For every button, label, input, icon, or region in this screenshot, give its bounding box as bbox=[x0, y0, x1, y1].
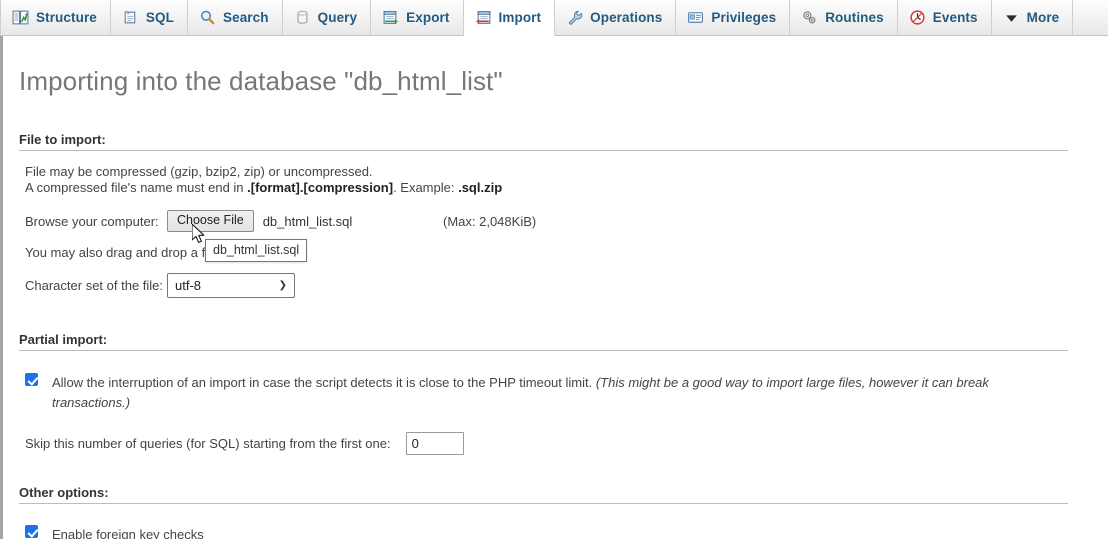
tab-events-label: Events bbox=[932, 10, 978, 25]
skip-queries-row: Skip this number of queries (for SQL) st… bbox=[25, 432, 1108, 455]
tab-operations[interactable]: Operations bbox=[555, 0, 677, 36]
routines-icon bbox=[801, 9, 818, 26]
tab-search[interactable]: Search bbox=[187, 0, 283, 36]
page-title: Importing into the database "db_html_lis… bbox=[19, 66, 503, 96]
compression-note-prefix: A compressed file's name must end in bbox=[25, 179, 248, 195]
charset-select[interactable]: utf-8 bbox=[167, 273, 295, 298]
tab-privileges-label: Privileges bbox=[711, 10, 777, 25]
import-page-content: Importing into the database "db_html_lis… bbox=[3, 36, 1108, 539]
file-to-import-section: File to import: bbox=[3, 132, 1108, 151]
charset-select-wrap: utf-8 ❯ bbox=[167, 273, 295, 298]
main-tab-bar: Structure SQL Search Query Export Import… bbox=[0, 0, 1108, 36]
tab-events[interactable]: Events bbox=[897, 0, 992, 36]
browse-row: Browse your computer: Choose File db_htm… bbox=[25, 210, 1108, 232]
search-icon bbox=[199, 9, 216, 26]
tab-structure-label: Structure bbox=[36, 10, 97, 25]
foreign-key-label: Enable foreign key checks bbox=[52, 527, 204, 539]
query-icon bbox=[294, 9, 311, 26]
allow-interruption-checkbox[interactable] bbox=[25, 373, 38, 386]
other-options-section: Other options: bbox=[3, 485, 1108, 504]
allow-interruption-row: Allow the interruption of an import in c… bbox=[25, 373, 1108, 413]
compression-note-mid: . Example: bbox=[393, 179, 459, 195]
tab-more[interactable]: More bbox=[991, 0, 1074, 36]
other-options-body: Enable foreign key checks bbox=[3, 525, 1108, 539]
tab-privileges[interactable]: Privileges bbox=[676, 0, 791, 36]
export-icon bbox=[382, 9, 399, 26]
partial-import-body: Allow the interruption of an import in c… bbox=[3, 373, 1108, 455]
max-file-size: (Max: 2,048KiB) bbox=[443, 213, 537, 229]
tab-bar-filler bbox=[1073, 0, 1108, 36]
import-icon bbox=[475, 9, 492, 26]
compression-note-line-2: A compressed file's name must end in .[f… bbox=[25, 180, 1108, 196]
partial-import-rule bbox=[19, 350, 1068, 351]
tab-query[interactable]: Query bbox=[282, 0, 372, 36]
file-to-import-body: File may be compressed (gzip, bzip2, zip… bbox=[3, 164, 1108, 298]
tab-import-label: Import bbox=[498, 10, 542, 25]
charset-label: Character set of the file: bbox=[25, 278, 164, 293]
browse-label: Browse your computer: bbox=[25, 213, 159, 229]
tab-export[interactable]: Export bbox=[371, 0, 464, 36]
clock-icon bbox=[909, 9, 926, 26]
other-options-legend: Other options: bbox=[19, 485, 109, 500]
compression-note-format: .[format].[compression] bbox=[247, 179, 394, 195]
compression-note-line-1: File may be compressed (gzip, bzip2, zip… bbox=[25, 164, 373, 179]
compression-note-example: .sql.zip bbox=[458, 179, 503, 195]
foreign-key-row: Enable foreign key checks bbox=[25, 525, 1108, 539]
skip-queries-label: Skip this number of queries (for SQL) st… bbox=[25, 436, 391, 451]
choose-file-button[interactable]: Choose File bbox=[167, 210, 254, 232]
chevron-down-icon bbox=[1003, 9, 1020, 26]
drag-drop-text: You may also drag and drop a f bbox=[25, 245, 206, 260]
partial-import-section: Partial import: bbox=[3, 332, 1108, 351]
tab-routines-label: Routines bbox=[825, 10, 884, 25]
tab-export-label: Export bbox=[406, 10, 450, 25]
drag-drop-row: You may also drag and drop a f bbox=[25, 245, 1108, 260]
sql-icon bbox=[122, 9, 139, 26]
tab-routines[interactable]: Routines bbox=[790, 0, 898, 36]
partial-import-legend: Partial import: bbox=[19, 332, 108, 347]
structure-icon bbox=[12, 9, 29, 26]
tab-import[interactable]: Import bbox=[463, 0, 556, 36]
charset-row: Character set of the file: utf-8 ❯ bbox=[25, 273, 1108, 298]
tab-operations-label: Operations bbox=[590, 10, 663, 25]
allow-interruption-label: Allow the interruption of an import in c… bbox=[52, 373, 1030, 413]
allow-interruption-text: Allow the interruption of an import in c… bbox=[52, 375, 596, 390]
file-to-import-rule bbox=[19, 150, 1068, 151]
skip-queries-input[interactable] bbox=[405, 432, 464, 455]
file-to-import-legend: File to import: bbox=[19, 132, 106, 147]
tab-structure[interactable]: Structure bbox=[0, 0, 111, 36]
wrench-icon bbox=[566, 9, 583, 26]
tab-sql[interactable]: SQL bbox=[110, 0, 188, 36]
foreign-key-checkbox[interactable] bbox=[25, 525, 38, 538]
selected-file-name: db_html_list.sql bbox=[262, 213, 353, 229]
privileges-icon bbox=[687, 9, 704, 26]
tab-search-label: Search bbox=[222, 10, 269, 25]
tab-sql-label: SQL bbox=[145, 10, 174, 25]
other-options-rule bbox=[19, 503, 1068, 504]
tab-more-label: More bbox=[1026, 10, 1060, 25]
tab-query-label: Query bbox=[317, 10, 358, 25]
file-name-tooltip: db_html_list.sql bbox=[205, 239, 308, 262]
